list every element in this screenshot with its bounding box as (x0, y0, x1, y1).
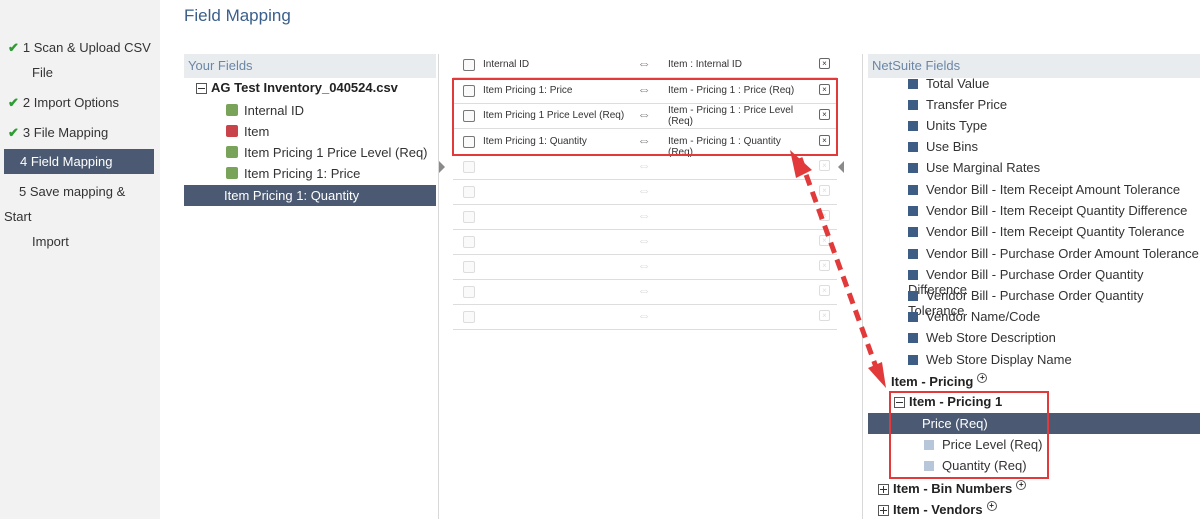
arrowhead-up-icon (790, 150, 812, 178)
annotation-line (797, 157, 883, 379)
annotation-arrow (790, 150, 886, 388)
arrowhead-down-icon (868, 362, 886, 388)
